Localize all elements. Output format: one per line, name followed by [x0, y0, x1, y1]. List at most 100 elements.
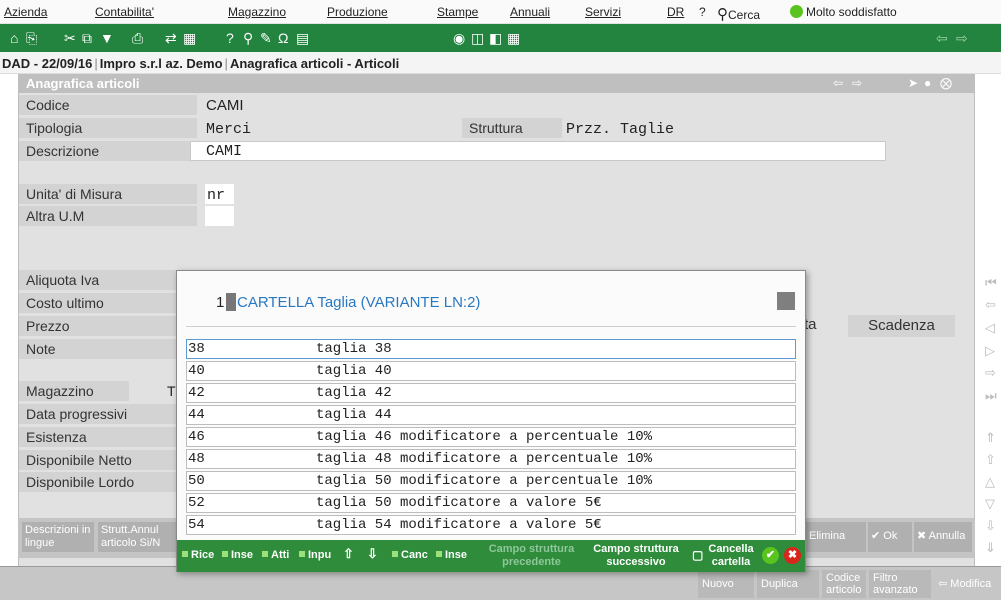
variant-row[interactable]: 50 taglia 50 modificatore a percentuale 1… [186, 471, 796, 491]
scroll-bottom-icon[interactable]: ⇓ [985, 540, 996, 556]
menu-azienda[interactable]: Azienda [4, 5, 47, 19]
exit-icon[interactable]: ⎘ [26, 30, 37, 46]
variant-row[interactable]: 54 taglia 54 modificatore a valore 5€ [186, 515, 796, 535]
variant-row[interactable]: 38 taglia 38 [186, 339, 796, 359]
atti-button[interactable]: Atti [262, 549, 289, 561]
inse2-button[interactable]: Inse [436, 549, 467, 561]
search-button[interactable]: ⚲Cerca [717, 5, 760, 23]
nuovo-button[interactable]: Nuovo [698, 570, 754, 598]
move-down-icon[interactable]: ⇩ [367, 546, 378, 562]
menu-stampe[interactable]: Stampe [437, 5, 478, 19]
first-page-icon[interactable]: ⏮ [985, 275, 997, 291]
altra-um-label: Altra U.M [19, 206, 197, 226]
next-fast-icon[interactable]: ⇨ [985, 365, 996, 381]
prev-fast-icon[interactable]: ⇦ [985, 297, 996, 313]
elimina-button[interactable]: Elimina [806, 522, 866, 552]
strutt-annul-button[interactable]: Strutt.Annul articolo Si/N [98, 522, 176, 552]
tipologia-value[interactable]: Merci [206, 121, 251, 138]
panel-title: Anagrafica articoli [18, 74, 975, 93]
note-label: Note [19, 339, 197, 359]
record-icon[interactable]: ◉ [453, 30, 465, 46]
annulla-button[interactable]: ✖ Annulla [914, 522, 972, 552]
home-icon[interactable]: ⌂ [10, 30, 18, 46]
um-field[interactable]: nr [205, 184, 234, 204]
transfer-icon[interactable]: ⇄ [165, 30, 177, 46]
filtro-avanzato-button[interactable]: Filtro avanzato [869, 570, 931, 598]
modifica-button[interactable]: ⇦ Modifica [934, 570, 1001, 598]
variant-desc: taglia 50 modificatore a percentuale 10% [316, 473, 653, 489]
menu-magazzino[interactable]: Magazzino [228, 5, 286, 19]
rice-button[interactable]: Rice [182, 549, 214, 561]
next-icon[interactable]: ▷ [985, 343, 995, 359]
move-up-icon[interactable]: ⇧ [343, 546, 354, 562]
window-icon[interactable]: ◧ [489, 30, 502, 46]
satisfaction-button[interactable]: Molto soddisfatto [790, 5, 897, 19]
campo-precedente-button[interactable]: Campo struttura precedente [484, 543, 579, 569]
variant-row[interactable]: 42 taglia 42 [186, 383, 796, 403]
cancel-x-icon[interactable]: ✖ [784, 547, 801, 564]
panel-forward-icon[interactable]: ⇨ [852, 76, 862, 90]
text-cursor [226, 293, 236, 311]
spreadsheet-icon[interactable]: ▦ [183, 30, 196, 46]
inpu-button[interactable]: Inpu [299, 549, 331, 561]
variant-row[interactable]: 46 taglia 46 modificatore a percentuale 1… [186, 427, 796, 447]
descrizione-field[interactable]: CAMI [190, 141, 886, 161]
codice-articolo-button[interactable]: Codice articolo [822, 570, 866, 598]
help-icon[interactable]: ? [226, 30, 234, 46]
descrizioni-lingue-button[interactable]: Descrizioni in lingue [22, 522, 94, 552]
variant-row[interactable]: 44 taglia 44 [186, 405, 796, 425]
codice-value[interactable]: CAMI [206, 97, 244, 114]
cancella-cartella-button[interactable]: ▢ Cancella cartella [690, 543, 760, 569]
print-icon[interactable]: ⎙ [132, 30, 143, 46]
menu-annuali[interactable]: Annuali [510, 5, 550, 19]
scroll-down-fast-icon[interactable]: ⇩ [985, 518, 996, 534]
magazzino-label: Magazzino [19, 381, 129, 401]
canc-button[interactable]: Canc [392, 549, 428, 561]
zoom-icon[interactable]: ⚲ [243, 30, 253, 46]
menu-dr[interactable]: DR [667, 5, 684, 19]
struttura-value[interactable]: Przz. Taglie [566, 121, 674, 138]
altra-um-field[interactable] [205, 206, 234, 226]
inse-label: Inse [231, 549, 254, 561]
magazzino-partial: T [167, 383, 176, 399]
back-icon[interactable]: ⇦ [936, 30, 948, 46]
last-page-icon[interactable]: ⏭ [985, 388, 997, 404]
scadenza-button[interactable]: Scadenza [848, 315, 955, 337]
copy-icon[interactable]: ⧉ [82, 30, 92, 46]
screen-icon[interactable]: ◫ [471, 30, 484, 46]
cut-icon[interactable]: ✂ [64, 30, 76, 46]
pin-icon[interactable]: ➤ [908, 76, 918, 90]
scroll-top-icon[interactable]: ⇑ [985, 430, 996, 446]
confirm-check-icon[interactable]: ✔ [762, 547, 779, 564]
inse-button[interactable]: Inse [222, 549, 253, 561]
satisfaction-label: Molto soddisfatto [806, 5, 897, 19]
variant-desc: taglia 48 modificatore a percentuale 10% [316, 451, 653, 467]
scroll-down-icon[interactable]: ▽ [985, 496, 995, 512]
menu-produzione[interactable]: Produzione [327, 5, 388, 19]
data-prog-label: Data progressivi [19, 404, 197, 424]
menu-contabilita[interactable]: Contabilita' [95, 5, 154, 19]
menu-servizi[interactable]: Servizi [585, 5, 621, 19]
annulla-label: Annulla [928, 530, 966, 542]
calculator-icon[interactable]: ▤ [296, 30, 309, 46]
paste-icon[interactable]: ▼ [100, 30, 114, 46]
edit-icon[interactable]: ✎ [260, 30, 272, 46]
omega-icon[interactable]: Ω [278, 30, 288, 46]
dialog-menu-button[interactable] [777, 292, 795, 310]
chart-icon[interactable]: ▦ [507, 30, 520, 46]
campo-successivo-button[interactable]: Campo struttura successivo [586, 543, 686, 569]
duplica-button[interactable]: Duplica [757, 570, 819, 598]
scroll-up-icon[interactable]: △ [985, 474, 995, 490]
variant-row[interactable]: 48 taglia 48 modificatore a percentuale 1… [186, 449, 796, 469]
prev-icon[interactable]: ◁ [985, 320, 995, 336]
panel-back-icon[interactable]: ⇦ [833, 76, 843, 90]
variant-row[interactable]: 40 taglia 40 [186, 361, 796, 381]
prezzo-label: Prezzo [19, 316, 197, 336]
menu-help[interactable]: ? [699, 5, 706, 19]
close-icon[interactable]: ⨂ [940, 76, 952, 90]
forward-icon[interactable]: ⇨ [956, 30, 968, 46]
minimize-icon[interactable]: ● [924, 76, 931, 90]
variant-row[interactable]: 52 taglia 50 modificatore a valore 5€ [186, 493, 796, 513]
ok-button[interactable]: ✔ Ok [868, 522, 912, 552]
scroll-up-fast-icon[interactable]: ⇧ [985, 452, 996, 468]
